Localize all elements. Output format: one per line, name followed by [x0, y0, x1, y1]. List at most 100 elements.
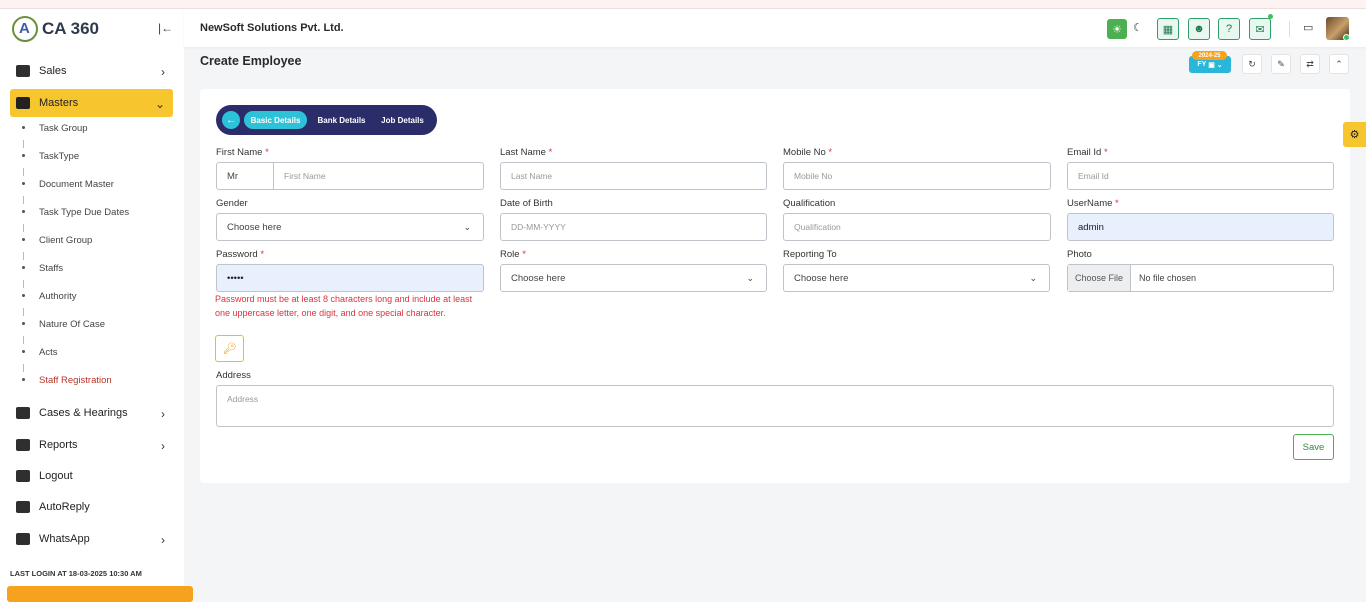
chevron-down-icon: ⌄: [154, 97, 165, 111]
submenu-document-master[interactable]: Document Master: [22, 168, 172, 190]
chevron-down-icon: ⌄: [746, 273, 754, 283]
sync-button[interactable]: ⇄: [1300, 54, 1320, 74]
collapse-sidebar-icon[interactable]: |←: [158, 21, 173, 35]
chevron-down-icon: ⌄: [1029, 273, 1037, 283]
app-logo[interactable]: CA 360: [12, 15, 99, 43]
submenu-label: Nature Of Case: [39, 319, 105, 330]
sidebar-bottom-bar[interactable]: [7, 586, 193, 602]
first-name-input[interactable]: First Name: [273, 162, 484, 190]
top-header: NewSoft Solutions Pvt. Ltd. ☀ ☾ ▦ ☻ ? ✉ …: [184, 9, 1366, 47]
mobile-label: Mobile No *: [783, 147, 833, 158]
sales-icon: [16, 65, 30, 77]
logo-icon: [12, 16, 38, 42]
sidebar-item-whatsapp[interactable]: WhatsApp ›: [10, 525, 173, 553]
settings-gear-icon[interactable]: ⚙: [1343, 122, 1366, 147]
sidebar-item-label: Cases & Hearings: [39, 407, 128, 419]
sidebar-item-label: Reports: [39, 439, 78, 451]
reporting-to-select[interactable]: Choose here ⌄: [783, 264, 1050, 292]
role-label: Role *: [500, 249, 526, 260]
save-button[interactable]: Save: [1293, 434, 1334, 460]
gears-icon: [16, 97, 30, 109]
announcement-button[interactable]: ✉: [1249, 18, 1271, 40]
tab-bank-details[interactable]: Bank Details: [313, 111, 370, 129]
submenu-tasktype[interactable]: TaskType: [22, 140, 172, 162]
qualification-input[interactable]: Qualification: [783, 213, 1051, 241]
sidebar-item-cases-hearings[interactable]: Cases & Hearings ›: [10, 399, 173, 427]
username-input[interactable]: admin: [1067, 213, 1334, 241]
sidebar-item-label: Sales: [39, 65, 67, 77]
submenu-staff-registration[interactable]: Staff Registration: [22, 364, 172, 386]
mobile-input[interactable]: Mobile No: [783, 162, 1051, 190]
submenu-label: TaskType: [39, 151, 80, 162]
dob-input[interactable]: DD-MM-YYYY: [500, 213, 767, 241]
apps-button[interactable]: ▦: [1157, 18, 1179, 40]
reporting-to-label: Reporting To: [783, 249, 837, 260]
back-arrow-icon[interactable]: ←: [222, 111, 240, 129]
last-name-label: Last Name *: [500, 147, 553, 158]
sidebar: CA 360 |← Sales › Masters ⌄ Task Group T…: [0, 9, 193, 602]
gender-select[interactable]: Choose here ⌄: [216, 213, 484, 241]
sidebar-item-label: AutoReply: [39, 501, 90, 513]
file-status: No file chosen: [1139, 273, 1197, 283]
key-icon: 🔑︎: [222, 343, 237, 355]
sidebar-item-sales[interactable]: Sales ›: [10, 57, 173, 85]
title-input[interactable]: Mr: [216, 162, 274, 190]
chevron-down-icon: ⌄: [463, 222, 471, 232]
page-title: Create Employee: [200, 54, 302, 68]
sidebar-item-label: WhatsApp: [39, 533, 90, 545]
generate-password-button[interactable]: 🔑︎: [215, 335, 244, 362]
tab-bar: ← Basic Details Bank Details Job Details: [216, 105, 437, 135]
qualification-label: Qualification: [783, 198, 836, 209]
choose-file-button[interactable]: Choose File: [1068, 265, 1132, 291]
pin-button[interactable]: ✎: [1271, 54, 1291, 74]
sidebar-item-autoreply[interactable]: AutoReply: [10, 493, 173, 521]
submenu-label: Client Group: [39, 235, 93, 246]
submenu-authority[interactable]: Authority: [22, 280, 172, 302]
tab-job-details[interactable]: Job Details: [376, 111, 429, 129]
dark-mode-icon[interactable]: ☾: [1133, 21, 1143, 34]
submenu-staffs[interactable]: Staffs: [22, 252, 172, 274]
chevron-right-icon: ›: [161, 533, 165, 547]
submenu-label: Task Type Due Dates: [39, 207, 130, 218]
online-status-dot: [1343, 34, 1350, 41]
submenu-client-group[interactable]: Client Group: [22, 224, 172, 246]
role-select[interactable]: Choose here ⌄: [500, 264, 767, 292]
password-error-message: Password must be at least 8 characters l…: [215, 294, 473, 318]
sidebar-item-masters[interactable]: Masters ⌄: [10, 89, 173, 117]
photo-label: Photo: [1067, 249, 1092, 260]
collapse-up-button[interactable]: ⌃: [1329, 54, 1349, 74]
logout-icon: [16, 470, 30, 482]
tab-basic-details[interactable]: Basic Details: [244, 111, 307, 129]
password-input[interactable]: •••••: [216, 264, 484, 292]
email-label: Email Id *: [1067, 147, 1108, 158]
password-label: Password *: [216, 249, 265, 260]
chevron-right-icon: ›: [161, 439, 165, 453]
refresh-button[interactable]: ↻: [1242, 54, 1262, 74]
team-button[interactable]: ☻: [1188, 18, 1210, 40]
company-name: NewSoft Solutions Pvt. Ltd.: [200, 22, 344, 34]
submenu-acts[interactable]: Acts: [22, 336, 172, 358]
chevron-right-icon: ›: [161, 65, 165, 79]
help-button[interactable]: ?: [1218, 18, 1240, 40]
sidebar-item-reports[interactable]: Reports ›: [10, 431, 173, 459]
sidebar-item-label: Logout: [39, 470, 73, 482]
email-input[interactable]: Email Id: [1067, 162, 1334, 190]
submenu-label: Authority: [39, 291, 77, 302]
header-divider: [1289, 21, 1290, 37]
submenu-nature-of-case[interactable]: Nature Of Case: [22, 308, 172, 330]
last-name-input[interactable]: Last Name: [500, 162, 767, 190]
submenu-task-type-due-dates[interactable]: Task Type Due Dates: [22, 196, 172, 218]
submenu-task-group[interactable]: Task Group: [22, 123, 172, 134]
form-card: ← Basic Details Bank Details Job Details…: [200, 89, 1350, 483]
whatsapp-icon: [16, 533, 30, 545]
chat-icon[interactable]: ▭: [1303, 21, 1313, 34]
first-name-label: First Name *: [216, 147, 269, 158]
address-textarea[interactable]: Address: [216, 385, 1334, 427]
photo-file-input[interactable]: Choose File No file chosen: [1067, 264, 1334, 292]
gender-label: Gender: [216, 198, 248, 209]
notification-dot: [1268, 14, 1273, 19]
sidebar-item-logout[interactable]: Logout: [10, 462, 173, 490]
light-mode-button[interactable]: ☀: [1107, 19, 1127, 39]
fy-year-tag: 2024-25: [1192, 51, 1227, 60]
submenu-label: Document Master: [39, 179, 114, 190]
